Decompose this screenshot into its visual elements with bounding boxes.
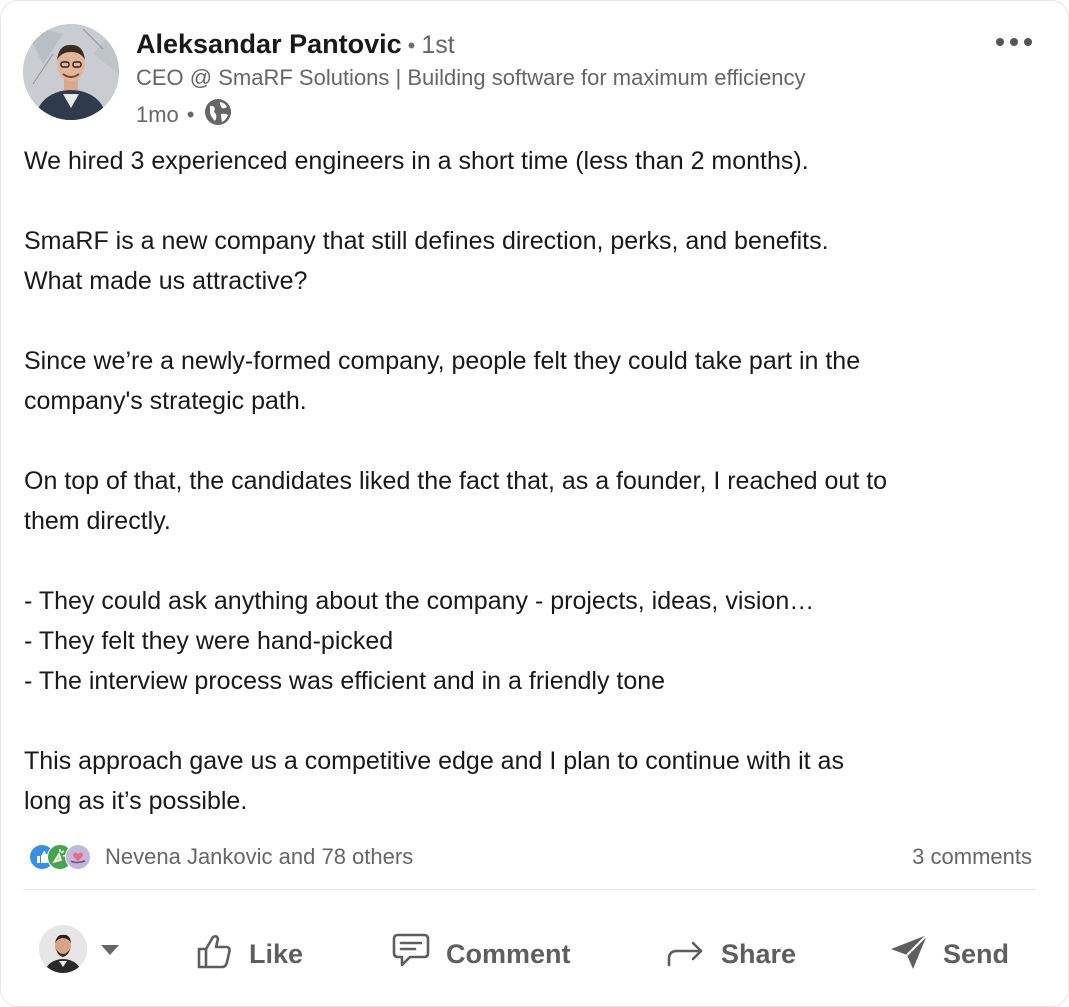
share-icon xyxy=(663,929,721,980)
post-actions: Like Comment Share Send xyxy=(1,919,1068,989)
reaction-icons[interactable] xyxy=(29,844,91,870)
post-text-line: - They felt they were hand-picked xyxy=(24,627,394,655)
post-text-line: Since we’re a newly-formed company, peop… xyxy=(24,347,861,375)
post-text-line: - The interview process was efficient an… xyxy=(24,667,666,695)
like-button[interactable]: Like xyxy=(193,919,303,989)
post-text-line: We hired 3 experienced engineers in a sh… xyxy=(24,147,809,175)
like-label: Like xyxy=(249,938,304,969)
connection-degree: 1st xyxy=(421,31,455,59)
send-label: Send xyxy=(943,938,1010,969)
post-text-line: SmaRF is a new company that still define… xyxy=(24,227,829,255)
social-counts: Nevena Jankovic and 78 others 3 comments xyxy=(29,839,1032,875)
post-text-line: On top of that, the candidates liked the… xyxy=(24,467,888,495)
separator-dot: • xyxy=(186,102,195,127)
author-line: Aleksandar Pantovic • 1st xyxy=(136,29,455,60)
post-text-line: - They could ask anything about the comp… xyxy=(24,587,815,615)
comment-label: Comment xyxy=(446,938,571,969)
author-avatar[interactable] xyxy=(23,24,119,120)
comment-icon xyxy=(388,929,446,980)
divider xyxy=(23,889,1036,890)
send-icon xyxy=(887,929,943,980)
post-card: Aleksandar Pantovic • 1st CEO @ SmaRF Solu… xyxy=(0,0,1069,1007)
send-button[interactable]: Send xyxy=(887,919,1009,989)
author-name[interactable]: Aleksandar Pantovic xyxy=(136,29,402,59)
share-button[interactable]: Share xyxy=(663,919,796,989)
share-label: Share xyxy=(721,938,797,969)
author-headline: CEO @ SmaRF Solutions | Building softwar… xyxy=(136,65,806,90)
post-time: 1mo xyxy=(136,102,179,127)
post-text-line: long as it’s possible. xyxy=(24,787,248,815)
post-body: We hired 3 experienced engineers in a sh… xyxy=(24,141,1044,821)
reactions-summary[interactable]: Nevena Jankovic and 78 others xyxy=(105,844,413,870)
post-text-line: This approach gave us a competitive edge… xyxy=(24,747,844,775)
comments-count[interactable]: 3 comments xyxy=(912,844,1032,870)
post-text-line: What made us attractive? xyxy=(24,267,308,295)
post-text-line: them directly. xyxy=(24,507,171,535)
globe-icon xyxy=(203,97,233,133)
comment-button[interactable]: Comment xyxy=(388,919,571,989)
post-meta: 1mo • xyxy=(136,97,233,133)
separator-dot: • xyxy=(407,33,416,58)
more-options-icon[interactable] xyxy=(992,27,1036,57)
post-text-line: company's strategic path. xyxy=(24,387,307,415)
support-icon xyxy=(65,844,91,870)
like-icon xyxy=(193,929,249,980)
